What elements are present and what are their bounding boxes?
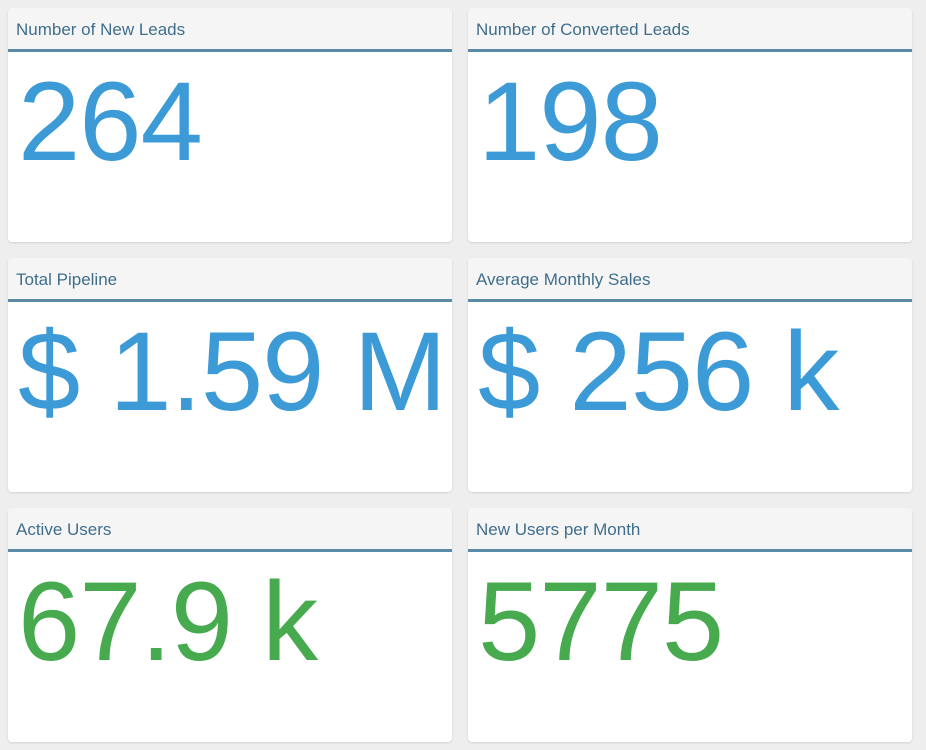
card-body: 67.9 k	[8, 552, 452, 742]
metric-value: 198	[478, 59, 663, 184]
card-title: Number of New Leads	[16, 20, 186, 39]
metric-card-average-monthly-sales: Average Monthly Sales $ 256 k	[468, 258, 912, 492]
card-header: Active Users	[8, 508, 452, 552]
metric-card-converted-leads: Number of Converted Leads 198	[468, 8, 912, 242]
card-body: 264	[8, 52, 452, 242]
metric-value: 264	[18, 59, 203, 184]
card-body: 5775	[468, 552, 912, 742]
card-header: Average Monthly Sales	[468, 258, 912, 302]
card-header: Number of Converted Leads	[468, 8, 912, 52]
card-body: $ 1.59 M	[8, 302, 452, 492]
card-header: New Users per Month	[468, 508, 912, 552]
metric-card-new-users-per-month: New Users per Month 5775	[468, 508, 912, 742]
card-title: Number of Converted Leads	[476, 20, 690, 39]
card-title: Active Users	[16, 520, 112, 539]
metric-card-active-users: Active Users 67.9 k	[8, 508, 452, 742]
card-header: Number of New Leads	[8, 8, 452, 52]
dashboard-grid: Number of New Leads 264 Number of Conver…	[8, 8, 912, 742]
card-body: 198	[468, 52, 912, 242]
card-title: Total Pipeline	[16, 270, 118, 289]
card-header: Total Pipeline	[8, 258, 452, 302]
card-title: New Users per Month	[476, 520, 641, 539]
metric-value: 5775	[478, 559, 724, 684]
card-body: $ 256 k	[468, 302, 912, 492]
metric-value: $ 256 k	[478, 309, 839, 434]
metric-value: 67.9 k	[18, 559, 318, 684]
metric-value: $ 1.59 M	[18, 309, 447, 434]
card-title: Average Monthly Sales	[476, 270, 651, 289]
metric-card-new-leads: Number of New Leads 264	[8, 8, 452, 242]
metric-card-total-pipeline: Total Pipeline $ 1.59 M	[8, 258, 452, 492]
